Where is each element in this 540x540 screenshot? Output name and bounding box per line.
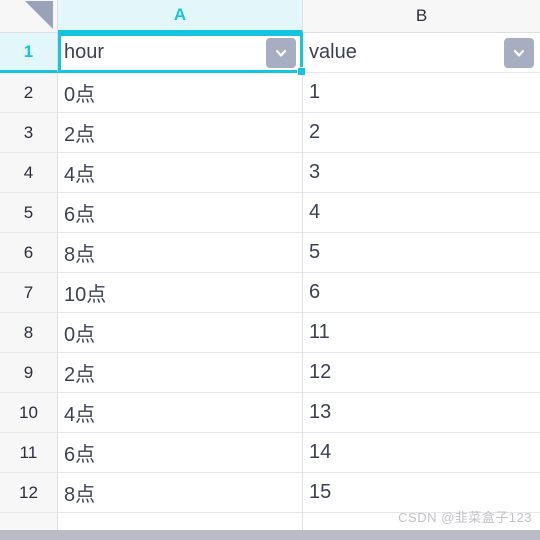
select-all-triangle-icon — [25, 1, 53, 29]
row-header-4[interactable]: 4 — [0, 153, 58, 193]
row-header-12[interactable]: 12 — [0, 473, 58, 513]
cell-a8[interactable]: 0点 — [58, 313, 303, 353]
cell-b10-text: 13 — [309, 401, 332, 423]
cell-a7[interactable]: 10点 — [58, 273, 303, 313]
row-header-6[interactable]: 6 — [0, 233, 58, 273]
cell-a9[interactable]: 2点 — [58, 353, 303, 393]
cell-b8-text: 11 — [309, 321, 330, 343]
cell-a2[interactable]: 0点 — [58, 73, 303, 113]
row-header-5-label: 5 — [23, 202, 34, 222]
cell-a5-text: 6点 — [64, 204, 96, 226]
cell-b2-text: 1 — [309, 81, 321, 103]
cell-a12-text: 8点 — [64, 484, 96, 506]
cell-a8-text: 0点 — [64, 324, 96, 346]
cell-a4-text: 4点 — [64, 164, 96, 186]
table-row: 4 4点 3 — [0, 153, 540, 193]
spreadsheet-grid: A B 1 hour value 2 0点 1 3 2点 2 4 4点 3 5 … — [0, 0, 540, 540]
table-row: 3 2点 2 — [0, 113, 540, 153]
row-header-7[interactable]: 7 — [0, 273, 58, 313]
cell-b9-text: 12 — [309, 361, 332, 383]
column-header-a[interactable]: A — [58, 0, 303, 33]
row-header-10[interactable]: 10 — [0, 393, 58, 433]
row-header-11[interactable]: 11 — [0, 433, 58, 473]
row-header-1-label: 1 — [23, 41, 34, 61]
cell-a1[interactable]: hour — [58, 33, 303, 73]
cell-a2-text: 0点 — [64, 84, 96, 106]
cell-a3[interactable]: 2点 — [58, 113, 303, 153]
cell-a1-text: hour — [64, 41, 105, 63]
row-header-12-label: 12 — [19, 482, 38, 502]
cell-a7-text: 10点 — [64, 284, 107, 306]
watermark-text: CSDN @韭菜盒子123 — [398, 510, 532, 525]
cell-b10[interactable]: 13 — [303, 393, 540, 433]
cell-a6-text: 8点 — [64, 244, 96, 266]
row-header-9-label: 9 — [23, 362, 34, 382]
cell-a13[interactable] — [58, 513, 303, 530]
cell-a4[interactable]: 4点 — [58, 153, 303, 193]
table-row: 7 10点 6 — [0, 273, 540, 313]
row-header-4-label: 4 — [23, 162, 34, 182]
cell-b6[interactable]: 5 — [303, 233, 540, 273]
column-header-row: A B — [0, 0, 540, 33]
cell-b8[interactable]: 11 — [303, 313, 540, 353]
cell-a12[interactable]: 8点 — [58, 473, 303, 513]
cell-b2[interactable]: 1 — [303, 73, 540, 113]
row-header-11-label: 11 — [19, 442, 38, 462]
row-header-6-label: 6 — [23, 242, 34, 262]
row-header-10-label: 10 — [19, 402, 38, 422]
table-row: 11 6点 14 — [0, 433, 540, 473]
cell-b1-text: value — [309, 41, 357, 63]
row-header-8[interactable]: 8 — [0, 313, 58, 353]
cell-b7[interactable]: 6 — [303, 273, 540, 313]
row-header-9[interactable]: 9 — [0, 353, 58, 393]
table-row: 8 0点 11 — [0, 313, 540, 353]
grid-body: 1 hour value 2 0点 1 3 2点 2 4 4点 3 5 6点 4… — [0, 33, 540, 530]
cell-a11[interactable]: 6点 — [58, 433, 303, 473]
table-row: 10 4点 13 — [0, 393, 540, 433]
cell-b9[interactable]: 12 — [303, 353, 540, 393]
cell-a5[interactable]: 6点 — [58, 193, 303, 233]
row-header-2[interactable]: 2 — [0, 73, 58, 113]
cell-b6-text: 5 — [309, 241, 321, 263]
cell-a9-text: 2点 — [64, 364, 96, 386]
cell-b4[interactable]: 3 — [303, 153, 540, 193]
row-header-2-label: 2 — [23, 82, 34, 102]
cell-b7-text: 6 — [309, 281, 321, 303]
table-row: 2 0点 1 — [0, 73, 540, 113]
cell-b4-text: 3 — [309, 161, 321, 183]
row-header-1[interactable]: 1 — [0, 33, 58, 73]
column-header-a-label: A — [173, 5, 187, 24]
table-row: 9 2点 12 — [0, 353, 540, 393]
cell-b3[interactable]: 2 — [303, 113, 540, 153]
cell-b5[interactable]: 4 — [303, 193, 540, 233]
cell-b11[interactable]: 14 — [303, 433, 540, 473]
row-header-8-label: 8 — [23, 322, 34, 342]
row-header-3-label: 3 — [23, 122, 34, 142]
horizontal-scrollbar[interactable] — [0, 530, 540, 540]
filter-dropdown-a-icon[interactable] — [266, 37, 296, 68]
cell-a10[interactable]: 4点 — [58, 393, 303, 433]
column-header-b[interactable]: B — [303, 0, 540, 33]
row-header-7-label: 7 — [23, 282, 34, 302]
table-row: 1 hour value — [0, 33, 540, 73]
table-row: 6 8点 5 — [0, 233, 540, 273]
cell-a11-text: 6点 — [64, 444, 96, 466]
fill-handle[interactable] — [297, 67, 306, 76]
cell-a10-text: 4点 — [64, 404, 96, 426]
row-header-13[interactable] — [0, 513, 58, 530]
row-header-3[interactable]: 3 — [0, 113, 58, 153]
cell-b12-text: 15 — [309, 481, 332, 503]
cell-b3-text: 2 — [309, 121, 321, 143]
row-header-5[interactable]: 5 — [0, 193, 58, 233]
select-all-corner[interactable] — [0, 0, 58, 33]
cell-b11-text: 14 — [309, 441, 332, 463]
column-header-b-label: B — [415, 6, 428, 25]
cell-b5-text: 4 — [309, 201, 321, 223]
filter-dropdown-b-icon[interactable] — [504, 37, 534, 68]
cell-a3-text: 2点 — [64, 124, 96, 146]
cell-b1[interactable]: value — [303, 33, 540, 73]
cell-a6[interactable]: 8点 — [58, 233, 303, 273]
table-row: 5 6点 4 — [0, 193, 540, 233]
